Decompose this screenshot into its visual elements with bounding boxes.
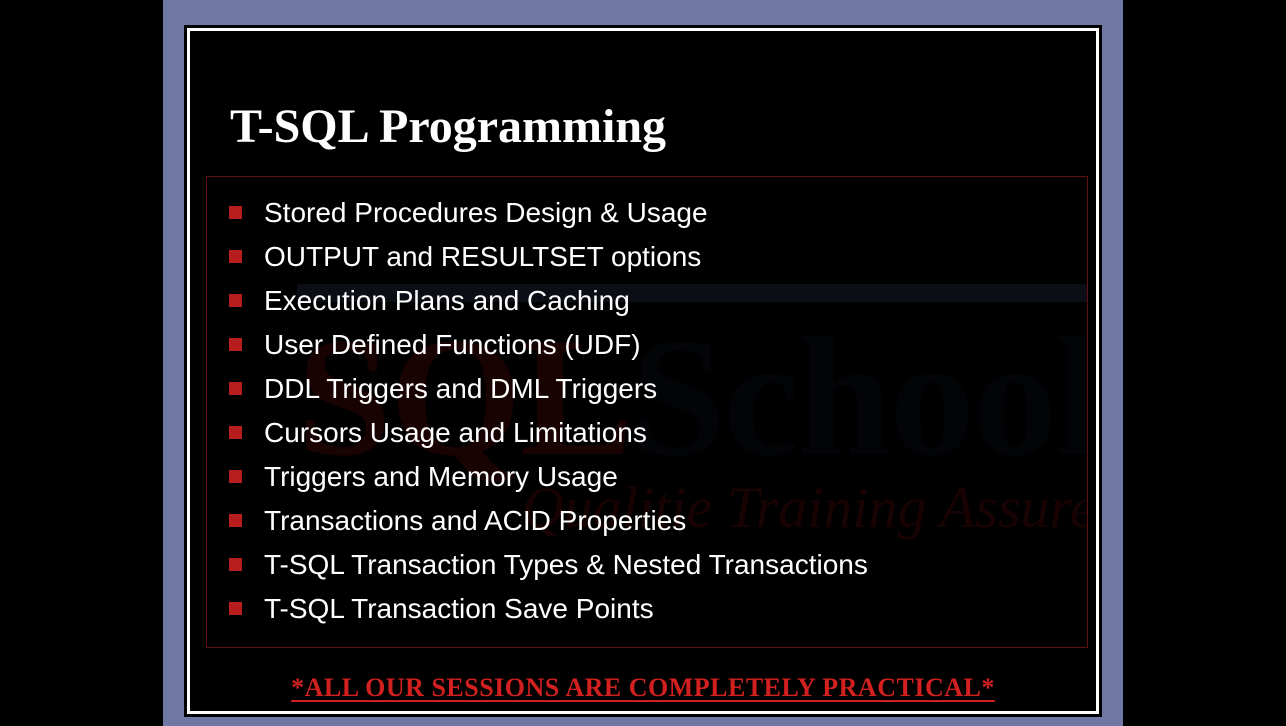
bullet-text: User Defined Functions (UDF) (264, 327, 641, 362)
bullet-text: T-SQL Transaction Types & Nested Transac… (264, 547, 868, 582)
slide-body: T-SQL Programming SQLSchool Qualitie Tra… (198, 39, 1088, 703)
bullet-text: Triggers and Memory Usage (264, 459, 618, 494)
bullet-text: DDL Triggers and DML Triggers (264, 371, 657, 406)
list-item: OUTPUT and RESULTSET options (229, 239, 1077, 274)
list-item: DDL Triggers and DML Triggers (229, 371, 1077, 406)
bullet-text: OUTPUT and RESULTSET options (264, 239, 701, 274)
bullet-text: Cursors Usage and Limitations (264, 415, 647, 450)
list-item: Execution Plans and Caching (229, 283, 1077, 318)
square-bullet-icon (229, 514, 242, 527)
square-bullet-icon (229, 426, 242, 439)
slide-title: T-SQL Programming (198, 39, 1088, 168)
square-bullet-icon (229, 382, 242, 395)
footer-note: *ALL OUR SESSIONS ARE COMPLETELY PRACTIC… (198, 673, 1088, 703)
slide-border: T-SQL Programming SQLSchool Qualitie Tra… (187, 28, 1099, 714)
square-bullet-icon (229, 206, 242, 219)
bullet-text: Transactions and ACID Properties (264, 503, 686, 538)
content-box: SQLSchool Qualitie Training Assured Stor… (206, 176, 1088, 648)
list-item: T-SQL Transaction Save Points (229, 591, 1077, 626)
square-bullet-icon (229, 294, 242, 307)
bullet-text: Execution Plans and Caching (264, 283, 630, 318)
list-item: Stored Procedures Design & Usage (229, 195, 1077, 230)
square-bullet-icon (229, 602, 242, 615)
square-bullet-icon (229, 338, 242, 351)
square-bullet-icon (229, 558, 242, 571)
bullet-list: Stored Procedures Design & Usage OUTPUT … (229, 195, 1077, 626)
bullet-text: Stored Procedures Design & Usage (264, 195, 708, 230)
bullet-text: T-SQL Transaction Save Points (264, 591, 654, 626)
list-item: Transactions and ACID Properties (229, 503, 1077, 538)
square-bullet-icon (229, 470, 242, 483)
list-item: Cursors Usage and Limitations (229, 415, 1077, 450)
list-item: Triggers and Memory Usage (229, 459, 1077, 494)
slide-outer-frame: T-SQL Programming SQLSchool Qualitie Tra… (163, 0, 1123, 726)
list-item: User Defined Functions (UDF) (229, 327, 1077, 362)
square-bullet-icon (229, 250, 242, 263)
list-item: T-SQL Transaction Types & Nested Transac… (229, 547, 1077, 582)
